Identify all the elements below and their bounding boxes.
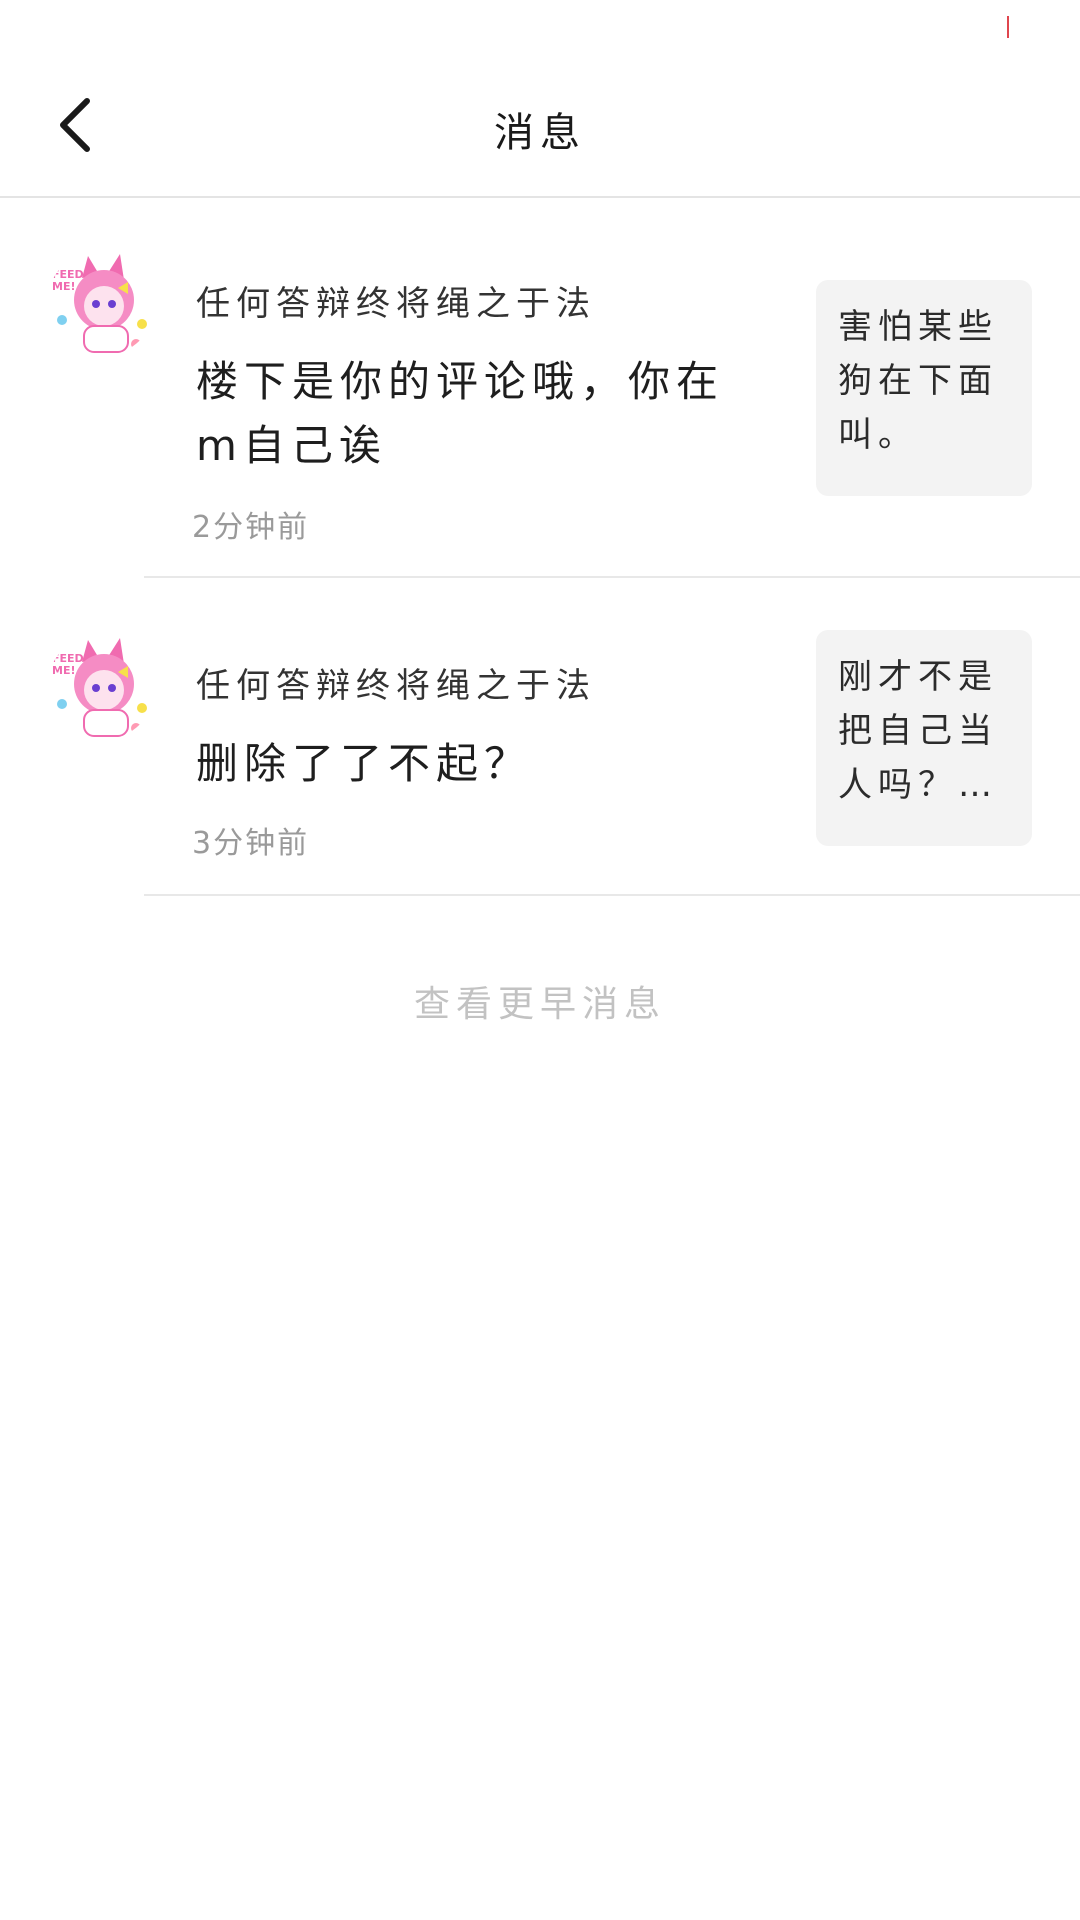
message-item[interactable]: FEED ME! 任何答辩终将绳之于法 删除了了不起？ 3分钟前 刚才不是把自己… — [0, 578, 1080, 896]
header: 消息 — [0, 60, 1080, 198]
message-text: 删除了了不起？ — [196, 739, 533, 788]
message-list: FEED ME! 任何答辩终将绳之于法 楼下是你的评论哦，你在m自己诶 2分钟前… — [0, 198, 1080, 896]
message-author[interactable]: 任何答辩终将绳之于法 — [196, 658, 596, 707]
messages-page: 消息 FEED ME! 任何答辩终将绳之于法 楼下是你的评论哦，你在m自己诶 2… — [0, 0, 1080, 1920]
message-item[interactable]: FEED ME! 任何答辩终将绳之于法 楼下是你的评论哦，你在m自己诶 2分钟前… — [0, 198, 1080, 578]
message-author[interactable]: 任何答辩终将绳之于法 — [196, 276, 596, 325]
message-text: 楼下是你的评论哦，你在m自己诶 — [196, 357, 725, 470]
message-time: 2分钟前 — [192, 510, 310, 545]
svg-text:ME!: ME! — [52, 664, 75, 677]
page-title: 消息 — [494, 110, 586, 156]
avatar[interactable]: FEED ME! — [48, 632, 156, 740]
avatar[interactable]: FEED ME! — [48, 248, 156, 356]
load-earlier-messages-link[interactable]: 查看更早消息 — [0, 975, 1080, 1027]
message-time: 3分钟前 — [192, 826, 310, 861]
svg-text:ME!: ME! — [52, 280, 75, 293]
quoted-comment[interactable]: 害怕某些狗在下面叫。 — [816, 280, 1032, 496]
status-indicator — [1007, 16, 1009, 38]
quoted-comment[interactable]: 刚才不是把自己当人吗？… — [816, 630, 1032, 846]
avatar-image: FEED ME! — [48, 248, 156, 356]
divider — [144, 894, 1080, 896]
avatar-image: FEED ME! — [48, 632, 156, 740]
status-bar — [0, 0, 1080, 60]
